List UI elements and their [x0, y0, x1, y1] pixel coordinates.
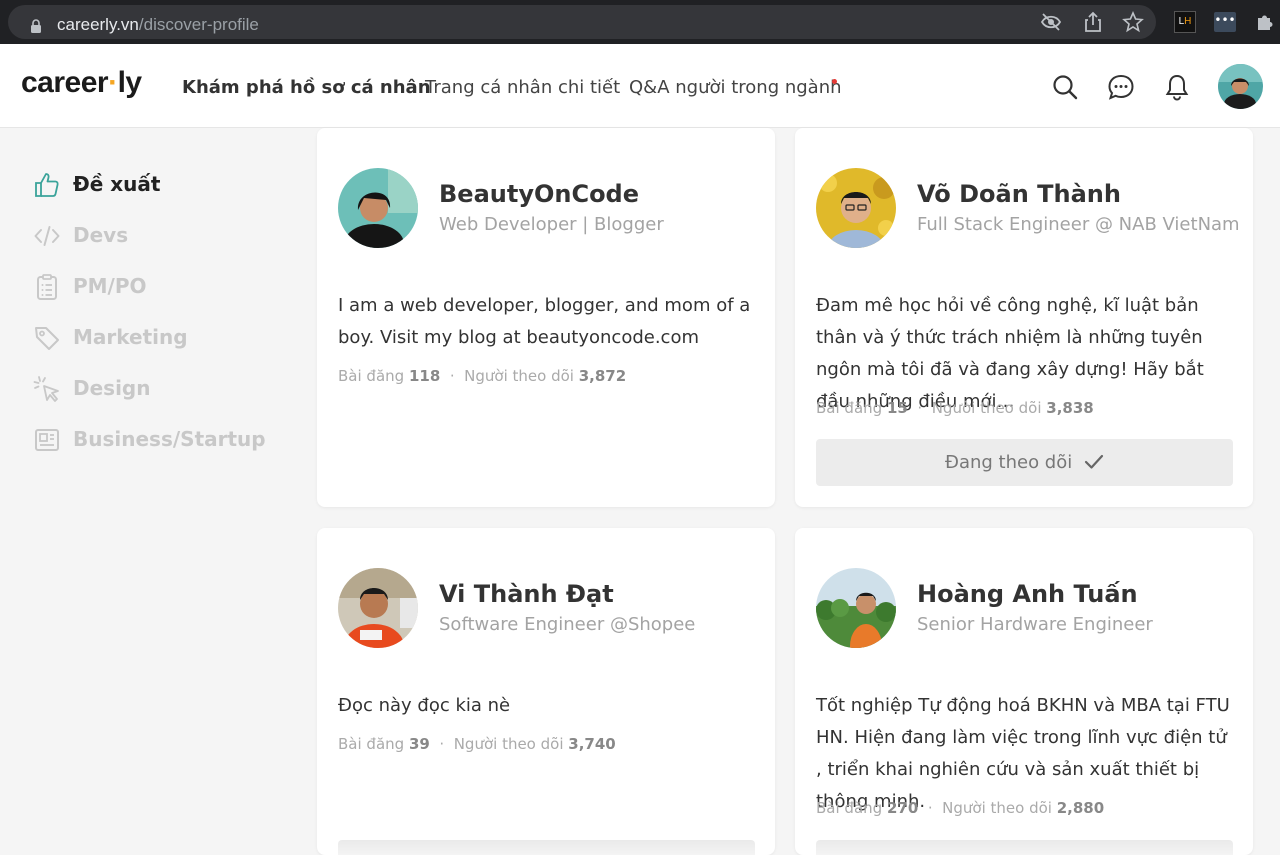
- profile-stats: Bài đăng 39 · Người theo dõi 3,740: [338, 735, 616, 753]
- followers-label: Người theo dõi: [942, 799, 1052, 817]
- code-icon: [34, 226, 60, 246]
- profile-name[interactable]: Võ Doãn Thành: [917, 180, 1121, 208]
- profile-card[interactable]: Hoàng Anh Tuấn Senior Hardware Engineer …: [795, 528, 1253, 855]
- following-label: Đang theo dõi: [945, 452, 1073, 473]
- careerly-logo[interactable]: career·ly: [21, 66, 142, 100]
- followers-label: Người theo dõi: [464, 367, 574, 385]
- stats-separator: ·: [917, 399, 923, 417]
- profile-bio: Đọc này đọc kia nè: [338, 695, 511, 716]
- star-icon[interactable]: [1122, 11, 1144, 33]
- posts-count: 39: [408, 735, 430, 753]
- profile-bio: I am a web developer, blogger, and mom o…: [338, 295, 751, 348]
- nav-discover-profiles[interactable]: Khám phá hồ sơ cá nhân: [182, 77, 431, 98]
- share-icon[interactable]: [1082, 11, 1104, 33]
- sidebar-item-label: Devs: [73, 223, 129, 247]
- bell-icon[interactable]: [1163, 73, 1191, 101]
- extension-lh-icon[interactable]: LH: [1174, 11, 1196, 33]
- profile-card[interactable]: Võ Doãn Thành Full Stack Engineer @ NAB …: [795, 128, 1253, 507]
- site-header: career·ly Khám phá hồ sơ cá nhân Trang c…: [0, 44, 1280, 128]
- profile-card[interactable]: Vi Thành Đạt Software Engineer @Shopee Đ…: [317, 528, 775, 855]
- profile-stats: Bài đăng 118 · Người theo dõi 3,872: [338, 367, 626, 385]
- profile-role: Web Developer | Blogger: [439, 214, 664, 235]
- profile-name[interactable]: BeautyOnCode: [439, 180, 639, 208]
- stats-separator: ·: [449, 367, 455, 385]
- followers-label: Người theo dõi: [931, 399, 1042, 417]
- posts-count: 270: [886, 799, 919, 817]
- extension-dots-icon[interactable]: •••: [1214, 12, 1236, 32]
- profile-stats: Bài đăng 15 · Người theo dõi 3,838: [816, 399, 1094, 417]
- profile-name[interactable]: Hoàng Anh Tuấn: [917, 580, 1138, 608]
- stats-separator: ·: [439, 735, 445, 753]
- nav-qa[interactable]: Q&A người trong ngành: [629, 77, 842, 98]
- posts-label: Bài đăng: [816, 399, 883, 417]
- tag-icon: [35, 327, 59, 350]
- follow-button[interactable]: [816, 840, 1233, 855]
- sidebar-item-label: PM/PO: [73, 274, 147, 298]
- check-icon: [1084, 454, 1104, 469]
- followers-count: 3,872: [578, 367, 627, 385]
- posts-label: Bài đăng: [338, 367, 405, 385]
- profile-role: Full Stack Engineer @ NAB VietNam: [917, 214, 1240, 235]
- posts-count: 118: [408, 367, 441, 385]
- address-bar[interactable]: careerly.vn/discover-profile: [8, 5, 1156, 39]
- posts-label: Bài đăng: [816, 799, 883, 817]
- profile-avatar[interactable]: [816, 168, 896, 248]
- followers-count: 3,838: [1046, 399, 1094, 417]
- sidebar-item-label: Đề xuất: [73, 172, 161, 196]
- following-button[interactable]: Đang theo dõi: [816, 439, 1233, 486]
- thumbs-up-icon: [35, 173, 59, 197]
- clipboard-icon: [37, 274, 57, 300]
- follow-button[interactable]: [338, 840, 755, 855]
- browser-toolbar: careerly.vn/discover-profile LH •••: [0, 0, 1280, 44]
- followers-label: Người theo dõi: [453, 735, 564, 753]
- sidebar-item-label: Marketing: [73, 325, 188, 349]
- eye-slash-icon[interactable]: [1040, 11, 1062, 33]
- profile-avatar[interactable]: [816, 568, 896, 648]
- stats-separator: ·: [927, 799, 933, 817]
- newspaper-icon: [35, 429, 59, 451]
- nav-profile-detail[interactable]: Trang cá nhân chi tiết: [425, 77, 620, 98]
- notification-dot: [832, 79, 837, 84]
- search-icon[interactable]: [1051, 73, 1079, 101]
- sidebar-item-label: Business/Startup: [73, 427, 266, 451]
- profile-role: Senior Hardware Engineer: [917, 614, 1153, 635]
- lock-icon: [31, 19, 41, 33]
- profile-avatar[interactable]: [338, 568, 418, 648]
- profile-card[interactable]: BeautyOnCode Web Developer | Blogger I a…: [317, 128, 775, 507]
- profile-stats: Bài đăng 270 · Người theo dõi 2,880: [816, 799, 1104, 817]
- profile-avatar[interactable]: [338, 168, 418, 248]
- followers-count: 3,740: [568, 735, 616, 753]
- logo-dot: ·: [108, 66, 118, 99]
- puzzle-icon[interactable]: [1254, 11, 1276, 33]
- cursor-click-icon: [33, 376, 59, 402]
- posts-label: Bài đăng: [338, 735, 405, 753]
- user-avatar[interactable]: [1218, 64, 1263, 109]
- followers-count: 2,880: [1056, 799, 1105, 817]
- profile-role: Software Engineer @Shopee: [439, 614, 696, 635]
- chat-icon[interactable]: [1107, 73, 1135, 101]
- profile-name[interactable]: Vi Thành Đạt: [439, 580, 614, 608]
- sidebar-item-label: Design: [73, 376, 151, 400]
- url-domain: careerly.vn: [57, 15, 139, 34]
- posts-count: 15: [886, 399, 908, 417]
- url-text: careerly.vn/discover-profile: [57, 15, 259, 35]
- url-path: /discover-profile: [138, 15, 259, 34]
